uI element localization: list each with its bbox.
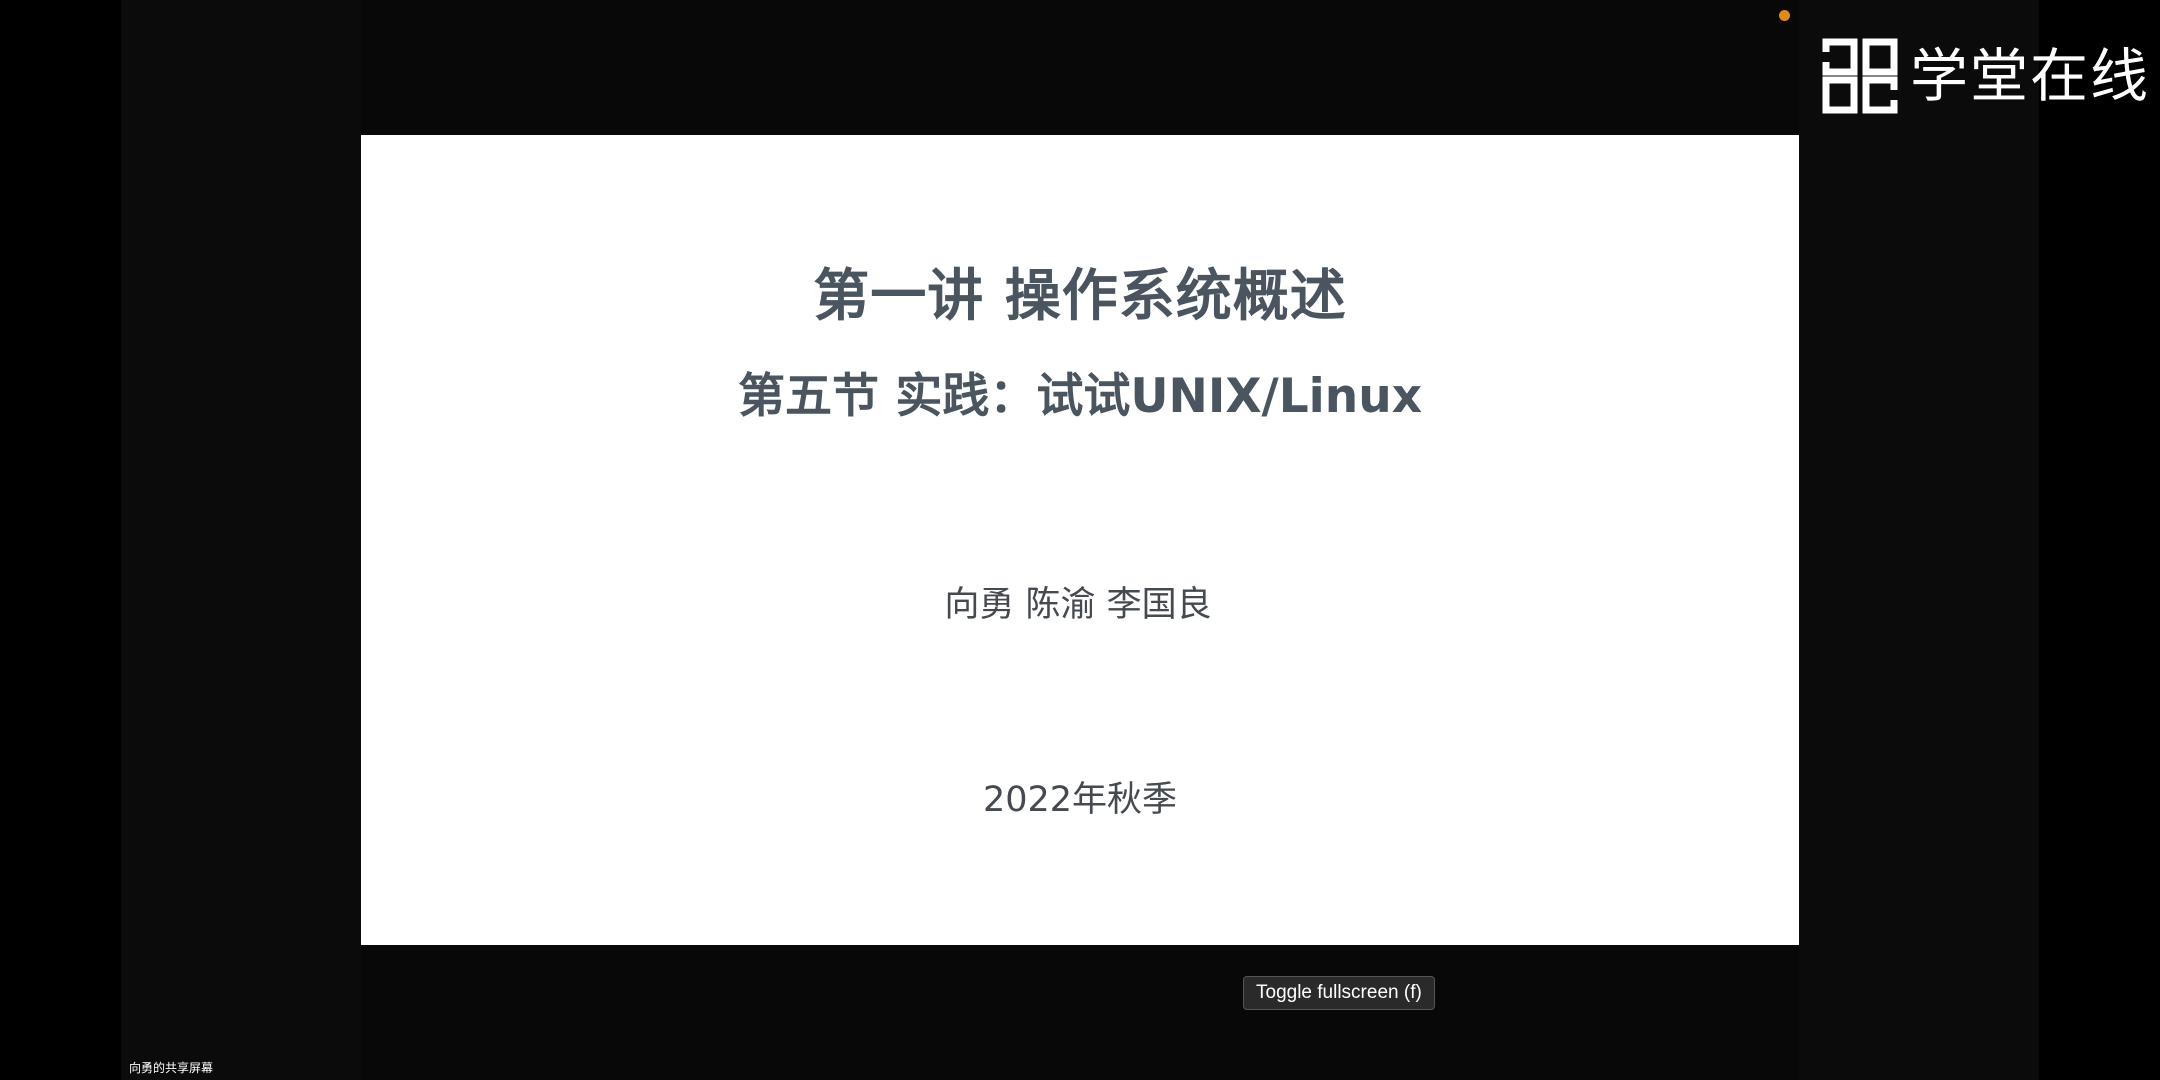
slide-title: 第一讲 操作系统概述	[813, 264, 1347, 329]
screen-share-viewer: 第一讲 操作系统概述 第五节 实践：试试UNIX/Linux 向勇 陈渝 李国良…	[0, 0, 2160, 1080]
watermark-logo: 学堂在线	[1822, 36, 2150, 116]
shared-slide	[361, 135, 1799, 945]
slide-subtitle: 第五节 实践：试试UNIX/Linux	[737, 369, 1423, 424]
left-pillarbox	[121, 0, 361, 1080]
slide-authors: 向勇 陈渝 李国良	[944, 585, 1212, 625]
fullscreen-tooltip: Toggle fullscreen (f)	[1243, 976, 1435, 1010]
watermark-text: 学堂在线	[1910, 42, 2151, 110]
right-pillarbox	[1799, 0, 2039, 1080]
recording-indicator-icon	[1779, 10, 1790, 21]
participant-name-label: 向勇的共享屏幕	[129, 1061, 214, 1075]
xuetangx-logo-icon	[1822, 38, 1898, 114]
slide-date: 2022年秋季	[982, 780, 1178, 820]
